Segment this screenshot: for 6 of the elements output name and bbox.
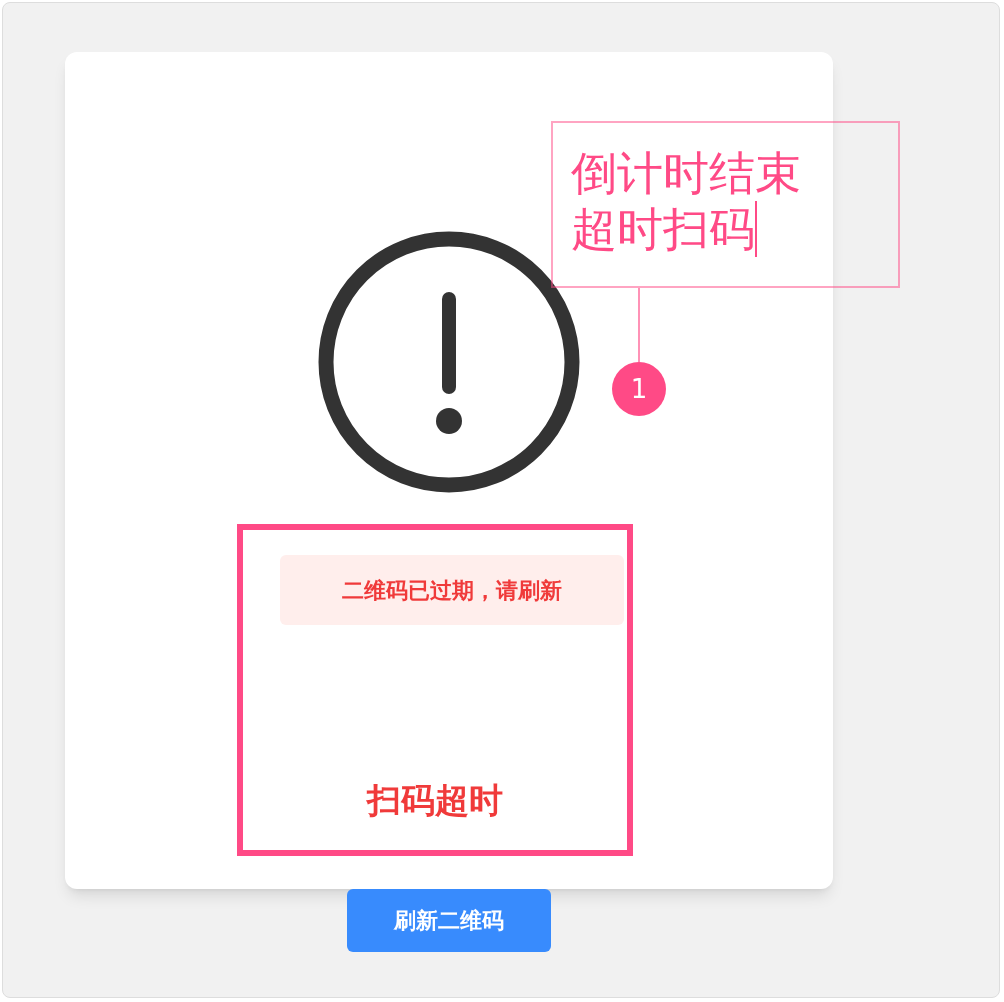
- timeout-label: 扫码超时: [367, 783, 503, 817]
- annotation-text: 倒计时结束: [571, 145, 801, 201]
- annotation-text: 超时扫码: [571, 201, 755, 257]
- refresh-button[interactable]: 刷新二维码: [347, 889, 551, 952]
- expired-notice: 二维码已过期，请刷新: [280, 555, 624, 625]
- text-cursor: [755, 201, 757, 257]
